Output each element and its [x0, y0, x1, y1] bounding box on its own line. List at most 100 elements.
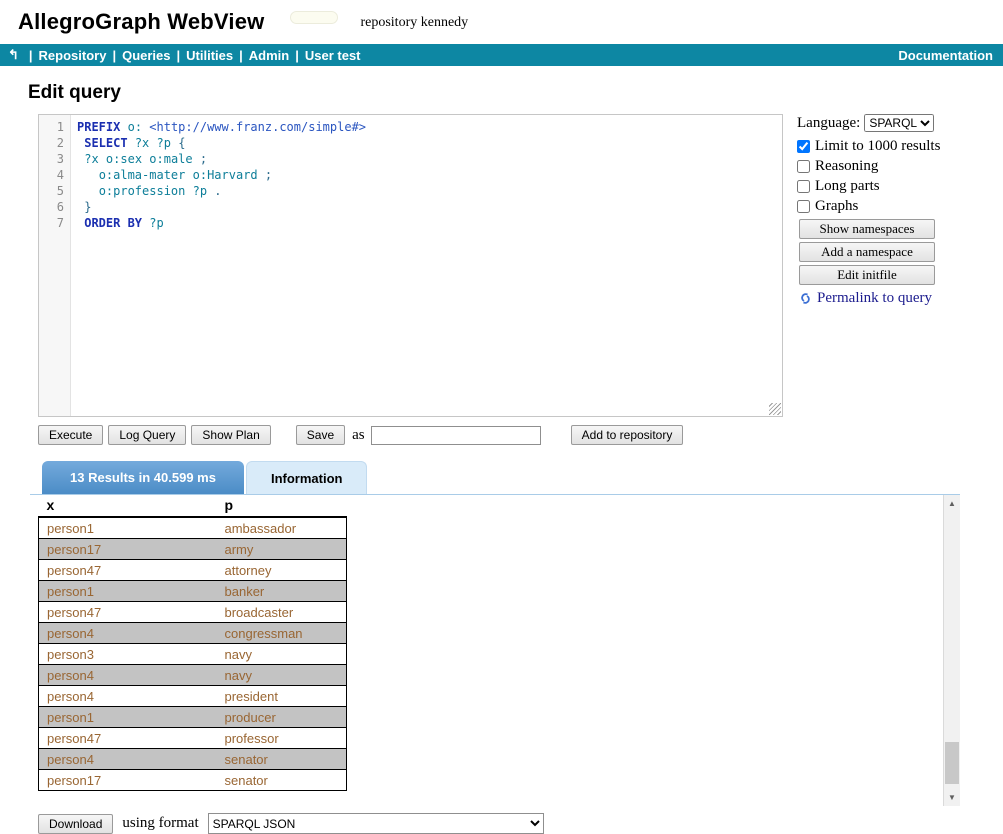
table-row[interactable]: person4navy [39, 665, 347, 686]
language-label: Language: [797, 115, 860, 131]
table-row[interactable]: person1producer [39, 707, 347, 728]
table-row[interactable]: person4congressman [39, 623, 347, 644]
nav-item-user-test[interactable]: User test [305, 48, 361, 63]
execute-button[interactable]: Execute [38, 425, 103, 445]
table-cell: person17 [39, 539, 217, 560]
permalink-link[interactable]: Permalink to query [797, 290, 1002, 307]
nav-separator: | [29, 48, 33, 63]
graphs-checkbox[interactable] [797, 200, 810, 213]
tab-results[interactable]: 13 Results in 40.599 ms [42, 461, 244, 494]
scroll-down-icon[interactable]: ▼ [944, 789, 960, 806]
app-header: AllegroGraph WebView repository kennedy [0, 0, 1003, 44]
nav-separator: | [177, 48, 181, 63]
scrollbar-thumb[interactable] [945, 742, 959, 784]
table-row[interactable]: person4president [39, 686, 347, 707]
results-scrollbar[interactable]: ▲ ▼ [943, 495, 960, 806]
table-cell: army [217, 539, 347, 560]
scroll-up-icon[interactable]: ▲ [944, 495, 960, 512]
column-header-p: p [217, 495, 347, 517]
checkbox-label: Reasoning [815, 156, 878, 176]
table-cell: attorney [217, 560, 347, 581]
nav-item-utilities[interactable]: Utilities [186, 48, 233, 63]
edit-initfile-button[interactable]: Edit initfile [799, 265, 935, 285]
checkbox-row-limit-to-1000-results[interactable]: Limit to 1000 results [797, 136, 1002, 156]
header-box [290, 11, 338, 24]
save-as-label: as [352, 427, 365, 444]
add-a-namespace-button[interactable]: Add a namespace [799, 242, 935, 262]
page-title: Edit query [28, 82, 1003, 104]
code-line: ?x o:sex o:male ; [77, 151, 782, 167]
line-number: 3 [39, 151, 70, 167]
line-number-gutter: 1234567 [39, 115, 71, 416]
table-cell: senator [217, 770, 347, 791]
show-namespaces-button[interactable]: Show namespaces [799, 219, 935, 239]
table-cell: person47 [39, 602, 217, 623]
table-cell: producer [217, 707, 347, 728]
table-cell: professor [217, 728, 347, 749]
option-checkboxes: Limit to 1000 resultsReasoningLong parts… [797, 136, 1002, 216]
table-cell: president [217, 686, 347, 707]
line-number: 5 [39, 183, 70, 199]
checkbox-row-reasoning[interactable]: Reasoning [797, 156, 1002, 176]
long-parts-checkbox[interactable] [797, 180, 810, 193]
table-row[interactable]: person47professor [39, 728, 347, 749]
link-icon [797, 291, 814, 306]
main-nav: ↰ |Repository|Queries|Utilities|Admin|Us… [0, 44, 1003, 66]
code-line: SELECT ?x ?p { [77, 135, 782, 151]
line-number: 2 [39, 135, 70, 151]
limit-to-1000-results-checkbox[interactable] [797, 140, 810, 153]
table-cell: person4 [39, 749, 217, 770]
option-buttons: Show namespaces Add a namespace Edit initf… [797, 219, 1002, 285]
add-to-repository-button[interactable]: Add to repository [571, 425, 684, 445]
nav-documentation[interactable]: Documentation [898, 48, 993, 63]
checkbox-row-graphs[interactable]: Graphs [797, 196, 1002, 216]
checkbox-row-long-parts[interactable]: Long parts [797, 176, 1002, 196]
table-cell: person1 [39, 581, 217, 602]
results-tabs: 13 Results in 40.599 ms Information [42, 461, 1003, 494]
table-cell: person1 [39, 517, 217, 539]
table-cell: navy [217, 665, 347, 686]
query-options-panel: Language:SPARQL Limit to 1000 resultsRea… [797, 114, 1002, 417]
table-header-row: xp [39, 495, 347, 517]
code-line: PREFIX o: <http://www.franz.com/simple#> [77, 119, 782, 135]
nav-separator: | [112, 48, 116, 63]
language-select[interactable]: SPARQL [864, 114, 934, 132]
using-format-label: using format [122, 815, 198, 832]
nav-item-queries[interactable]: Queries [122, 48, 170, 63]
main-content: Edit query 1234567 PREFIX o: <http://www… [0, 82, 1003, 834]
table-row[interactable]: person1ambassador [39, 517, 347, 539]
table-row[interactable]: person3navy [39, 644, 347, 665]
table-cell: navy [217, 644, 347, 665]
table-row[interactable]: person1banker [39, 581, 347, 602]
query-code[interactable]: PREFIX o: <http://www.franz.com/simple#>… [71, 115, 782, 416]
resize-handle-icon[interactable] [769, 403, 781, 415]
table-row[interactable]: person17army [39, 539, 347, 560]
table-cell: person3 [39, 644, 217, 665]
checkbox-label: Limit to 1000 results [815, 136, 940, 156]
table-cell: ambassador [217, 517, 347, 539]
table-row[interactable]: person17senator [39, 770, 347, 791]
nav-item-repository[interactable]: Repository [39, 48, 107, 63]
repository-label: repository kennedy [360, 15, 468, 31]
results-table: xp person1ambassadorperson17armyperson47… [38, 495, 347, 791]
back-icon[interactable]: ↰ [8, 47, 19, 63]
table-row[interactable]: person47broadcaster [39, 602, 347, 623]
save-button[interactable]: Save [296, 425, 345, 445]
log-query-button[interactable]: Log Query [108, 425, 186, 445]
table-cell: person4 [39, 623, 217, 644]
table-row[interactable]: person47attorney [39, 560, 347, 581]
table-row[interactable]: person4senator [39, 749, 347, 770]
tab-information[interactable]: Information [246, 461, 368, 494]
show-plan-button[interactable]: Show Plan [191, 425, 270, 445]
reasoning-checkbox[interactable] [797, 160, 810, 173]
nav-left: ↰ |Repository|Queries|Utilities|Admin|Us… [8, 47, 361, 63]
code-line: } [77, 199, 782, 215]
checkbox-label: Graphs [815, 196, 858, 216]
nav-separator: | [295, 48, 299, 63]
column-header-x: x [39, 495, 217, 517]
results-panel: xp person1ambassadorperson17armyperson47… [30, 494, 960, 806]
save-name-input[interactable] [371, 426, 541, 445]
nav-item-admin[interactable]: Admin [249, 48, 289, 63]
query-editor[interactable]: 1234567 PREFIX o: <http://www.franz.com/… [38, 114, 783, 417]
line-number: 4 [39, 167, 70, 183]
